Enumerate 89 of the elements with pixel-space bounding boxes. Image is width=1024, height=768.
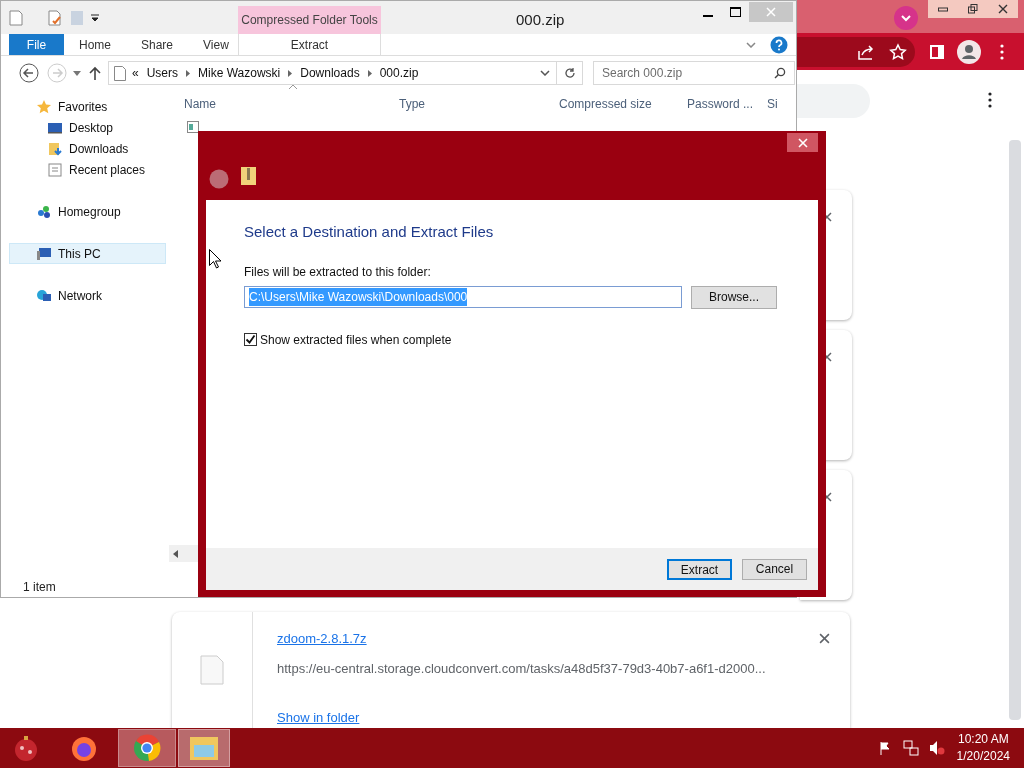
restore-icon[interactable] [968, 4, 978, 14]
close-icon [766, 7, 776, 17]
search-icon [774, 67, 786, 79]
new-document-icon[interactable] [47, 9, 63, 26]
side-panel-icon[interactable] [929, 44, 945, 60]
star-icon [36, 98, 52, 115]
search-placeholder: Search 000.zip [602, 65, 684, 82]
column-header[interactable]: Type [399, 97, 425, 111]
speaker-muted-icon[interactable] [928, 740, 945, 756]
address-bar[interactable] [797, 37, 915, 67]
status-text: 1 item [23, 579, 56, 596]
globe-computer-icon [36, 287, 52, 304]
share-icon[interactable] [857, 43, 875, 61]
clock-time[interactable]: 10:20 AM [957, 731, 1009, 748]
scrollbar[interactable] [1009, 140, 1021, 720]
dialog-button[interactable]: Extract [667, 558, 732, 580]
field-label: Files will be extracted to this folder: [244, 263, 432, 281]
maximize-icon[interactable] [730, 7, 741, 17]
search-field[interactable]: Search 000.zip [593, 61, 795, 85]
network-icon[interactable] [902, 740, 919, 756]
document-icon [47, 161, 63, 178]
customize-dropdown-icon[interactable] [90, 12, 100, 23]
overflow-button[interactable]: « [132, 64, 139, 82]
chrome-icon [132, 733, 162, 763]
dialog-heading: Select a Destination and Extract Files [244, 222, 495, 242]
refresh-icon [563, 67, 576, 79]
application-icon [187, 121, 199, 133]
mouse-pointer-icon [209, 249, 221, 269]
nav-item[interactable]: Desktop [9, 117, 166, 138]
breadcrumb-item[interactable]: Downloads [300, 64, 360, 82]
document-icon [114, 65, 126, 81]
ribbon-tab[interactable]: Home [64, 34, 126, 55]
file-icon [200, 655, 224, 685]
expand-ribbon-icon[interactable] [746, 41, 756, 48]
close-icon [797, 137, 808, 148]
file-name-link[interactable]: zdoom-2.8.1.7z [277, 629, 367, 649]
recent-locations-icon[interactable] [73, 70, 81, 76]
taskbar-button[interactable] [118, 729, 176, 767]
help-icon[interactable] [770, 35, 788, 54]
clock-date[interactable]: 1/20/2024 [956, 748, 1010, 765]
people-icon [36, 203, 52, 220]
column-header[interactable]: Password ... [687, 97, 754, 111]
scroll-left-button[interactable] [169, 545, 199, 562]
computer-icon [36, 245, 52, 262]
chevron-icon[interactable] [186, 69, 191, 77]
checkbox[interactable] [244, 333, 257, 346]
browse-button[interactable]: Browse... [691, 285, 777, 309]
zip-folder-icon [241, 167, 256, 185]
refresh-button[interactable] [557, 61, 583, 85]
download-url: https://eu-central.storage.cloudconvert.com/tasks/a48d5f37-79d3-40b7-a6f1-d2000... [277, 659, 766, 678]
bookmark-star-icon[interactable] [889, 43, 907, 61]
menu-icon[interactable] [999, 44, 1005, 60]
dialog-button[interactable]: Cancel [742, 558, 807, 580]
up-arrow-icon[interactable] [89, 66, 101, 80]
ribbon-tab[interactable]: File [9, 34, 64, 55]
nav-item[interactable]: Homegroup [9, 201, 166, 222]
close-button[interactable] [787, 133, 818, 152]
chevron-icon[interactable] [288, 69, 293, 77]
profile-avatar-icon[interactable] [957, 40, 981, 64]
column-header[interactable]: Si [767, 97, 778, 111]
minimize-icon[interactable] [938, 5, 948, 13]
address-bar[interactable]: « Users Mike Wazowski Downloads 000.zip [108, 61, 557, 85]
context-tab-label: Compressed Folder Tools [238, 6, 381, 34]
nav-item[interactable]: Network [9, 285, 166, 306]
ribbon-tab[interactable]: Share [126, 34, 189, 55]
back-icon[interactable] [19, 63, 39, 83]
nav-item[interactable]: Favorites [9, 96, 166, 117]
column-header[interactable]: Name [184, 97, 216, 111]
nav-item[interactable]: This PC [9, 243, 166, 264]
window-title: 000.zip [516, 10, 565, 30]
breadcrumb-item[interactable]: Users [146, 64, 179, 82]
download-folder-icon [47, 140, 63, 157]
chevron-icon[interactable] [367, 69, 372, 77]
breadcrumb-item[interactable]: Mike Wazowski [198, 64, 281, 82]
more-options-icon[interactable] [987, 92, 993, 108]
dropdown-icon[interactable] [540, 70, 550, 76]
nav-item[interactable]: Recent places [9, 159, 166, 180]
checkbox-label: Show extracted files when complete [260, 331, 452, 349]
close-icon[interactable] [819, 633, 830, 644]
nav-item[interactable]: Downloads [9, 138, 166, 159]
ribbon-tab[interactable]: Extract [238, 34, 381, 56]
left-arrow-icon [173, 549, 179, 558]
close-icon[interactable] [998, 4, 1008, 14]
show-in-folder-link[interactable]: Show in folder [277, 708, 360, 728]
minimize-icon[interactable] [703, 15, 713, 18]
column-header[interactable]: Compressed size [559, 97, 652, 111]
chevron-down-icon [900, 14, 912, 22]
breadcrumb-item[interactable]: 000.zip [379, 64, 419, 82]
sort-indicator-icon [289, 84, 297, 89]
